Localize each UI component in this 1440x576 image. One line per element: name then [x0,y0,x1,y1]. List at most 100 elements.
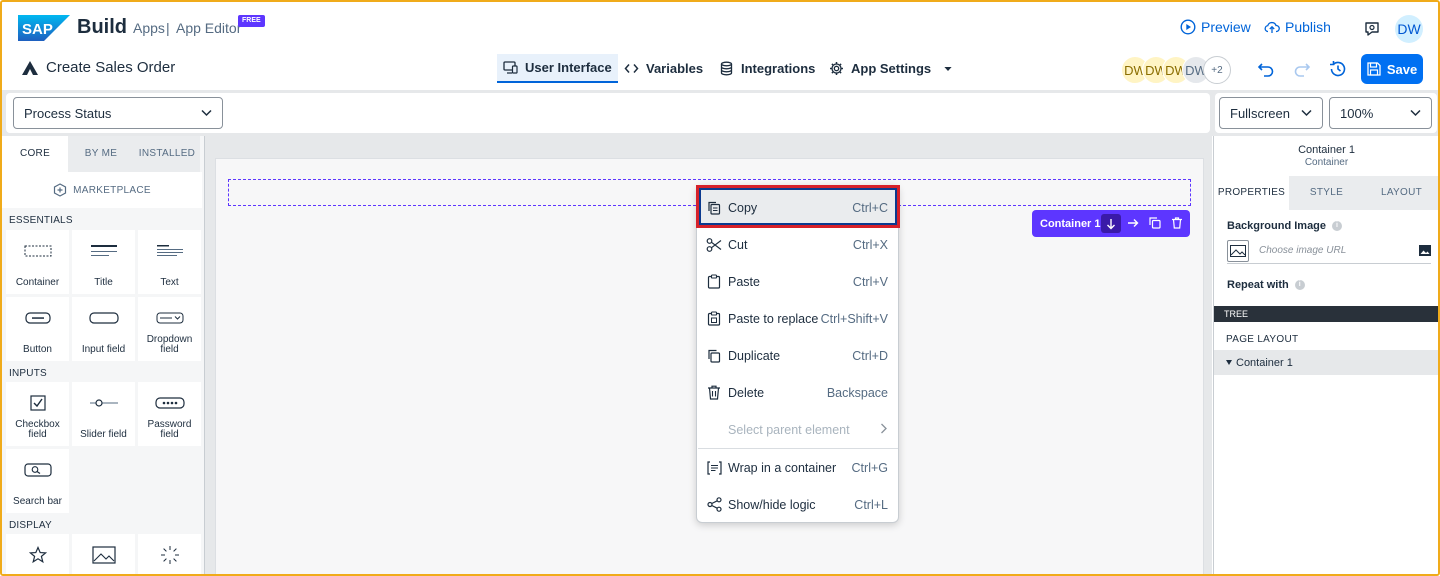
component-button[interactable]: Button [6,297,69,361]
component-slider-field[interactable]: Slider field [72,382,135,446]
tab-core[interactable]: CORE [2,136,68,172]
component-title[interactable]: Title [72,230,135,294]
image-url-field[interactable]: Choose image URL [1227,238,1431,264]
app-logo-icon [22,60,38,75]
chevron-right-icon [880,423,888,437]
caret-down-icon[interactable] [1226,360,1232,365]
copy-icon [1149,217,1161,229]
code-icon [624,64,639,73]
tab-layout[interactable]: LAYOUT [1364,176,1438,210]
undo-icon[interactable] [1256,59,1276,79]
component-icon[interactable] [6,534,69,574]
user-avatar[interactable]: DW [1395,15,1423,43]
menu-item-label: Delete [728,385,765,400]
publish-label: Publish [1285,19,1331,35]
component-text[interactable]: Text [138,230,201,294]
tab-label: App Settings [851,61,932,76]
preview-label: Preview [1201,19,1251,35]
save-button[interactable]: Save [1361,54,1423,84]
menu-item-paste[interactable]: Paste Ctrl+V [698,263,898,300]
arrow-down-icon [1107,218,1115,229]
floppy-icon [1367,62,1381,76]
tab-label: Integrations [741,61,816,76]
component-dropdown-field[interactable]: Dropdown field [138,297,201,361]
redo-icon[interactable] [1292,59,1312,79]
feedback-icon[interactable] [1363,20,1381,38]
menu-item-shortcut: Ctrl+G [851,460,888,475]
paste-replace-icon [706,311,722,327]
tab-user-interface[interactable]: User Interface [497,54,618,83]
tab-integrations[interactable]: Integrations [713,54,821,83]
view-mode-select[interactable]: Fullscreen [1219,97,1323,129]
history-icon[interactable] [1328,59,1348,79]
chevron-down-icon [1410,109,1421,117]
marketplace-button[interactable]: MARKETPLACE [2,172,202,208]
menu-item-label: Wrap in a container [728,460,837,475]
info-icon[interactable]: i [1332,221,1343,231]
app-title: Create Sales Order [22,59,175,76]
zoom-value: 100% [1340,105,1374,121]
page-layout-label: PAGE LAYOUT [1226,334,1299,345]
background-image-text: Background Image [1227,220,1327,232]
copy-focus-outline [699,188,897,225]
repeat-with-label: Repeat with i [1227,279,1305,291]
component-label: Dropdown field [146,334,193,355]
component-spinner[interactable] [138,534,201,574]
tab-installed[interactable]: INSTALLED [134,136,200,172]
duplicate-button[interactable] [1148,216,1162,230]
chevron-down-icon [201,109,212,117]
sap-logo-icon[interactable]: SAP [18,15,70,41]
section-essentials: ESSENTIALS [9,215,73,226]
component-password-field[interactable]: Password field [138,382,201,446]
checkbox-icon [29,395,46,411]
editor-toolbar: Process Status Fullscreen 100% [2,90,1438,136]
component-label: Text [160,277,179,288]
publish-button[interactable]: Publish [1264,19,1331,35]
section-display: DISPLAY [9,520,52,531]
component-checkbox-field[interactable]: Checkbox field [6,382,69,446]
move-right-button[interactable] [1126,216,1140,230]
container-icon [24,245,51,257]
marketplace-icon [54,183,67,197]
image-picker-icon[interactable] [1419,245,1431,256]
component-label: Search bar [13,496,62,507]
menu-item-paste-to-replace[interactable]: Paste to replace Ctrl+Shift+V [698,300,898,337]
search-bar-icon [23,463,52,477]
background-image-label: Background Image i [1227,220,1343,232]
preview-button[interactable]: Preview [1180,19,1251,35]
menu-item-show-hide-logic[interactable]: Show/hide logic Ctrl+L [698,486,898,523]
text-icon [156,245,183,256]
breadcrumb-apps[interactable]: Apps [133,20,165,36]
tree-item-container-1[interactable]: Container 1 [1214,350,1438,375]
tab-variables[interactable]: Variables [618,54,709,83]
save-label: Save [1386,61,1418,77]
tree-header[interactable]: TREE [1214,306,1438,322]
component-image[interactable] [72,534,135,574]
menu-item-wrap-in-container[interactable]: Wrap in a container Ctrl+G [698,449,898,486]
selected-element-title: Container 1 [1298,144,1355,156]
menu-item-label: Paste to replace [728,311,819,326]
component-input-field[interactable]: Input field [72,297,135,361]
menu-item-duplicate[interactable]: Duplicate Ctrl+D [698,337,898,374]
brand-name: Build [77,16,127,38]
zoom-select[interactable]: 100% [1329,97,1432,129]
move-down-button[interactable] [1101,214,1121,233]
scissors-icon [706,237,722,253]
info-icon[interactable]: i [1294,280,1305,290]
menu-item-select-parent: Select parent element [698,411,898,448]
delete-button[interactable] [1170,216,1184,230]
menu-item-cut[interactable]: Cut Ctrl+X [698,226,898,263]
container-toolbar-label: Container 1 [1040,217,1101,230]
tab-properties[interactable]: PROPERTIES [1214,176,1289,210]
tab-app-settings[interactable]: App Settings [823,54,960,83]
tab-style[interactable]: STYLE [1289,176,1364,210]
component-container[interactable]: Container [6,230,69,294]
component-palette: CORE BY ME INSTALLED MARKETPLACE ESSENTI… [2,136,205,574]
collaborators-more[interactable]: +2 [1203,56,1231,84]
menu-item-delete[interactable]: Delete Backspace [698,374,898,411]
component-search-bar[interactable]: Search bar [6,449,69,513]
page-select[interactable]: Process Status [13,97,223,129]
button-shape-icon [24,312,51,324]
tab-by-me[interactable]: BY ME [68,136,134,172]
play-circle-icon [1180,19,1196,35]
